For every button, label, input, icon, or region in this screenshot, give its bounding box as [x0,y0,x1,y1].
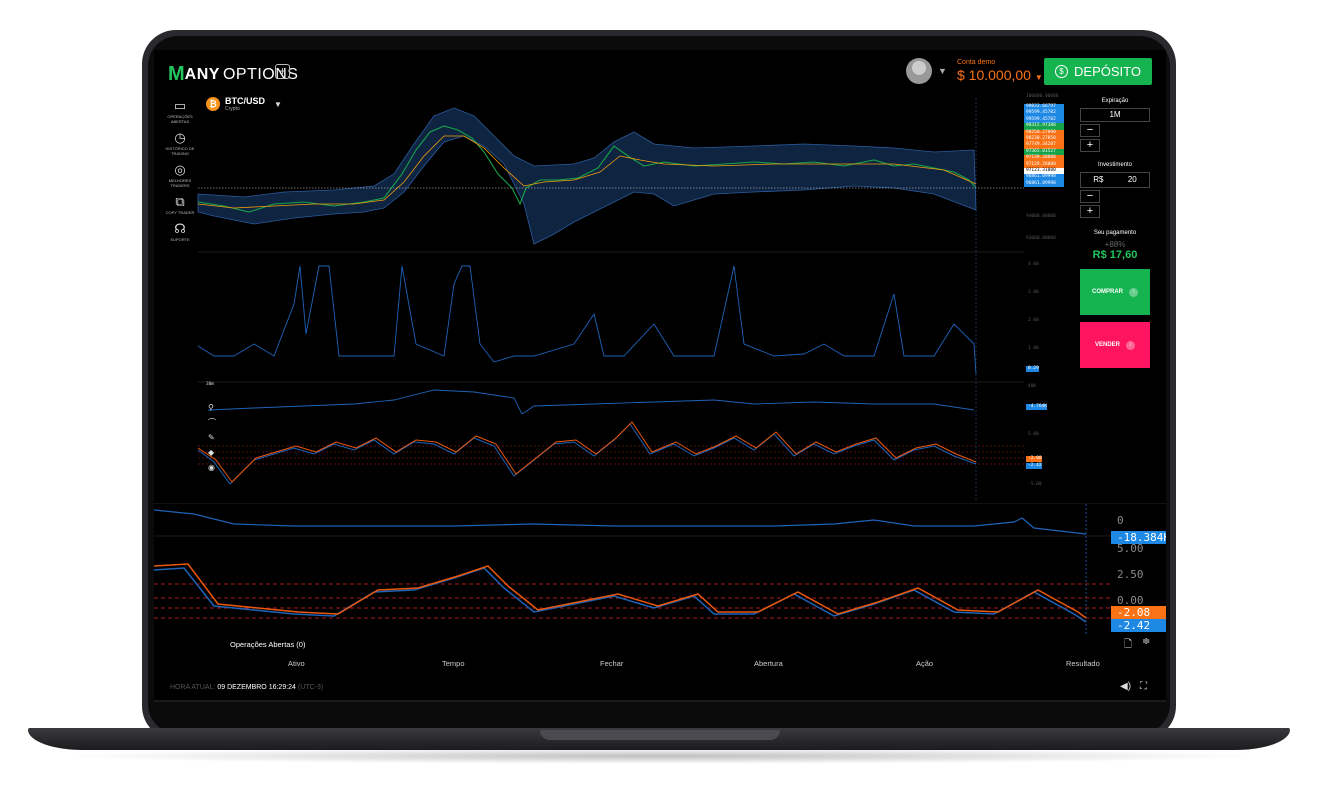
indicator-tag: 0.29 [1026,366,1039,373]
indicator-tag: -2.42 [1026,463,1042,470]
sell-label: VENDER [1094,342,1120,348]
open-operations-title: Operações Abertas (0) [230,640,306,649]
expiration-label: Expiração [1101,98,1129,104]
expiration-increase-button[interactable]: + [1080,139,1100,152]
sell-button[interactable]: VENDER ↓ [1080,322,1150,368]
payout-value: R$ 17,60 [1092,249,1138,261]
lower-indicator-chart[interactable] [154,504,1166,634]
deposit-button[interactable]: $ DEPÓSITO [1044,58,1152,85]
eraser-tool-icon[interactable]: ◆ [208,445,216,460]
trade-panel: Expiração 1M − + Investimento R$ 20 − + … [1076,96,1154,368]
investment-decrease-button[interactable]: − [1080,190,1100,203]
indicator-1-line [197,265,977,375]
time-label: HORA ATUAL: [170,684,216,691]
investment-label: Investimento [1097,162,1133,168]
drawing-toolbar: ⚲ ⌒ ✎ ◆ ◉ [208,400,216,475]
trend-tool-icon[interactable]: ⌒ [208,415,216,430]
column-header: Fechar [600,659,624,668]
arrow-up-icon: ↑ [1129,287,1138,297]
timeframe-label: 30m [206,382,215,387]
investment-field[interactable]: R$ 20 [1080,172,1150,188]
top-bar: M ANY OPTIONS + ▼ Conta demo $ 10.000,00… [154,50,1166,94]
column-header: Abertura [754,659,783,668]
indicator-tag: -4.764K [1026,404,1047,411]
pencil-tool-icon[interactable]: ✎ [208,430,216,445]
fullscreen-icon[interactable]: ⛶ [1140,681,1147,692]
price-chart[interactable] [154,94,1166,504]
axis-label: -5.00 [1028,482,1042,487]
footer-bar [154,700,1166,702]
column-header: Resultado [1066,659,1100,668]
payout-label: Seu pagamento [1093,230,1137,236]
buy-label: COMPRAR [1092,289,1123,295]
axis-label: 40K [1028,384,1037,389]
arrow-down-icon: ↓ [1126,340,1135,350]
account-type-label: Conta demo [957,59,996,66]
indicator-tag: -2.08 [1026,456,1042,463]
investment-value: 20 [1127,175,1137,184]
timezone: (UTC-3) [297,684,324,691]
document-icon[interactable]: 🗋 [1124,637,1132,654]
currency-label: R$ [1093,175,1104,184]
tradingview-icon[interactable]: ◉ [208,460,216,475]
payout-percent: +88% [1104,240,1126,249]
indicator-tag: -2.42 [1111,619,1166,632]
axis-label: 0 [1117,514,1124,527]
axis-label: 4.00 [1028,262,1039,267]
volume-tag: -18.384K [1111,531,1166,544]
dollar-coin-icon: $ [1055,65,1069,78]
account-balance: $ 10.000,00 ▼ [957,67,1043,83]
column-header: Tempo [442,659,465,668]
axis-label: 1.00 [1028,346,1039,351]
add-chart-button[interactable]: + [275,64,290,79]
app-screen: M ANY OPTIONS + ▼ Conta demo $ 10.000,00… [154,50,1166,702]
time-value: 09 DEZEMBRO 16:29:24 [217,684,296,691]
logo-mark: M [168,63,185,85]
price-tag: 96861.09998 [1024,180,1064,188]
investment-increase-button[interactable]: + [1080,205,1100,218]
axis-label: 3.00 [1028,290,1039,295]
expiration-decrease-button[interactable]: − [1080,124,1100,137]
axis-label: 94000.00000 [1026,214,1056,219]
chevron-down-icon[interactable]: ▼ [938,66,947,76]
indicator-3-line-a [197,423,977,485]
expiration-field[interactable]: 1M [1080,108,1150,122]
indicator-2-line [207,389,975,415]
price-tags: 99833.66797 99599.45702 99599.45702 9831… [1024,104,1064,188]
axis-label: 100000.00000 [1026,94,1059,99]
account-selector[interactable]: Conta demo $ 10.000,00 ▼ [957,59,1043,83]
volume-line [154,509,1087,535]
laptop-notch [540,730,780,740]
buy-button[interactable]: COMPRAR ↑ [1080,269,1150,315]
axis-label: 2.50 [1117,568,1144,581]
column-header: Ativo [288,659,305,668]
indicator-tag: -2.08 [1111,606,1166,619]
deposit-label: DEPÓSITO [1074,64,1141,79]
axis-label: 2.00 [1028,318,1039,323]
avatar[interactable] [906,58,932,84]
axis-label: 93000.00000 [1026,236,1056,241]
lower-line-b [154,563,1087,619]
current-time: HORA ATUAL: 09 DEZEMBRO 16:29:24 (UTC-3) [170,684,323,691]
axis-label: 5.00 [1028,432,1039,437]
pin-tool-icon[interactable]: ⚲ [208,400,216,415]
column-header: Ação [916,659,934,668]
speaker-icon[interactable]: ◀) [1120,681,1131,692]
logo-many: ANY [184,65,220,83]
split-icon[interactable]: ≑ [1142,636,1150,647]
